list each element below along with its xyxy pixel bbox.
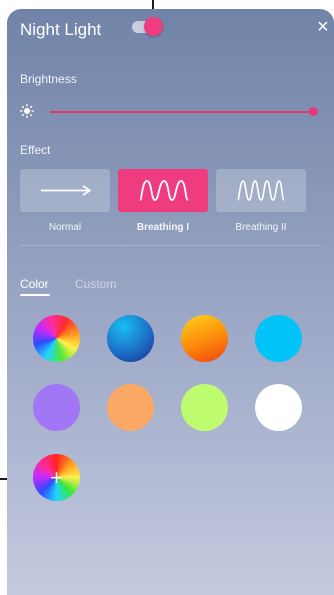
effect-label: Effect xyxy=(20,143,51,157)
color-swatch-blue[interactable] xyxy=(107,315,154,362)
brightness-slider[interactable] xyxy=(50,107,318,116)
tab-color[interactable]: Color xyxy=(20,277,49,291)
effect-breathing-2-button[interactable] xyxy=(216,169,306,212)
effect-normal-label: Normal xyxy=(48,222,82,233)
effect-normal-button[interactable] xyxy=(20,169,110,212)
color-swatch-cyan[interactable] xyxy=(255,315,302,362)
color-swatch-rainbow[interactable] xyxy=(33,315,80,362)
tab-active-underline xyxy=(20,294,50,296)
section-divider xyxy=(20,245,323,246)
plus-icon: + xyxy=(50,464,63,490)
close-icon[interactable]: × xyxy=(317,17,329,37)
color-swatch-white[interactable] xyxy=(255,384,302,431)
sun-icon xyxy=(20,104,34,118)
color-swatch-peach[interactable] xyxy=(107,384,154,431)
color-swatch-orange[interactable] xyxy=(181,315,228,362)
panel-header: Night Light × xyxy=(7,9,334,51)
arrow-right-icon xyxy=(41,185,91,196)
wave-icon xyxy=(139,180,189,201)
tab-custom[interactable]: Custom xyxy=(75,277,116,291)
color-swatch-purple[interactable] xyxy=(33,384,80,431)
effect-breathing-1-button[interactable] xyxy=(118,169,208,212)
effect-breathing-2-label: Breathing II xyxy=(235,222,287,233)
fast-wave-icon xyxy=(237,180,285,201)
night-light-toggle[interactable] xyxy=(132,17,163,36)
effect-breathing-1-label: Breathing I xyxy=(136,222,190,233)
brightness-label: Brightness xyxy=(20,72,77,86)
slider-thumb[interactable] xyxy=(309,107,318,116)
add-custom-color-button[interactable]: + xyxy=(33,454,80,501)
color-swatch-lime[interactable] xyxy=(181,384,228,431)
toggle-knob[interactable] xyxy=(144,17,163,36)
night-light-panel: Night Light × Brightness Effect Normal B… xyxy=(7,9,334,595)
panel-title: Night Light xyxy=(20,20,102,39)
